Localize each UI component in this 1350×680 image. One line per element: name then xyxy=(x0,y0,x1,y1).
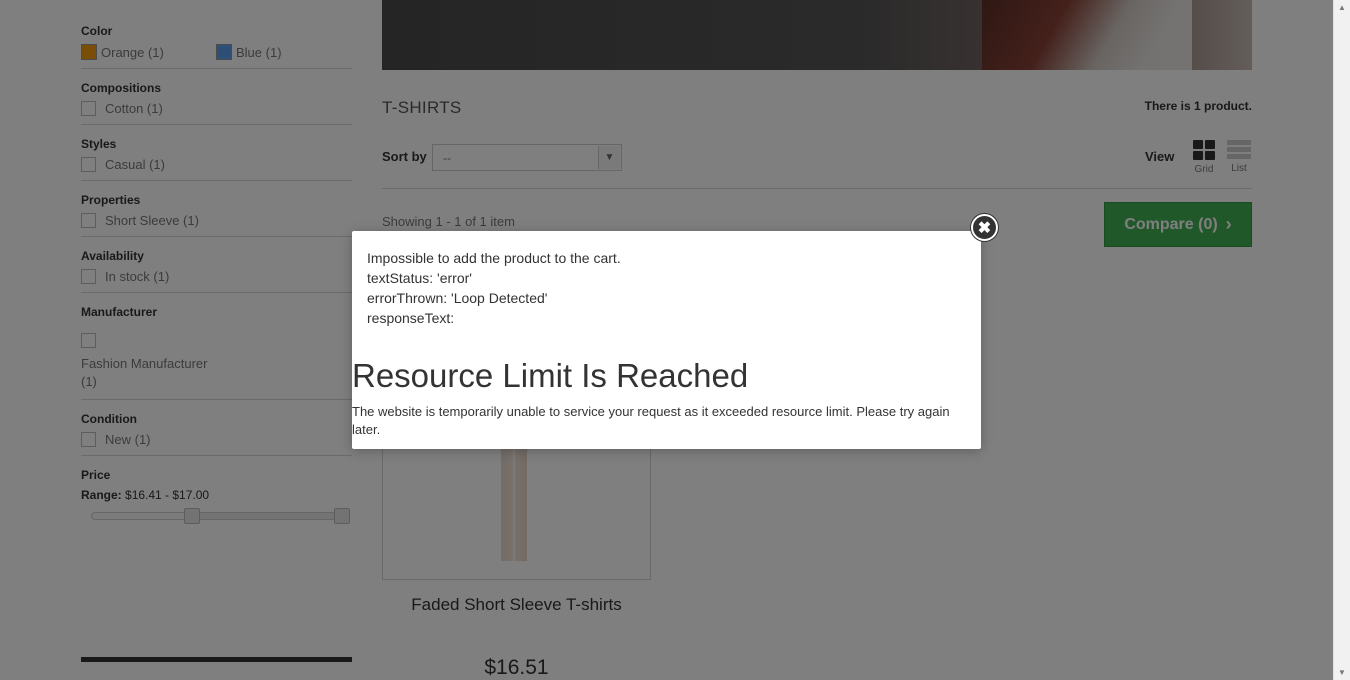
error-line: errorThrown: 'Loop Detected' xyxy=(367,290,548,306)
scroll-down-icon[interactable]: ▼ xyxy=(1338,668,1346,677)
error-line: Impossible to add the product to the car… xyxy=(367,250,621,266)
close-icon[interactable]: ✖ xyxy=(971,214,998,241)
error-body: The website is temporarily unable to ser… xyxy=(352,404,950,437)
scrollbar[interactable]: ▲ ▼ xyxy=(1333,0,1350,680)
error-modal: Impossible to add the product to the car… xyxy=(352,231,981,449)
error-line: responseText: xyxy=(367,310,455,326)
scroll-up-icon[interactable]: ▲ xyxy=(1338,3,1346,12)
error-line: textStatus: 'error' xyxy=(367,270,472,286)
error-heading: Resource Limit Is Reached xyxy=(352,357,749,394)
error-message: Impossible to add the product to the car… xyxy=(367,248,621,328)
